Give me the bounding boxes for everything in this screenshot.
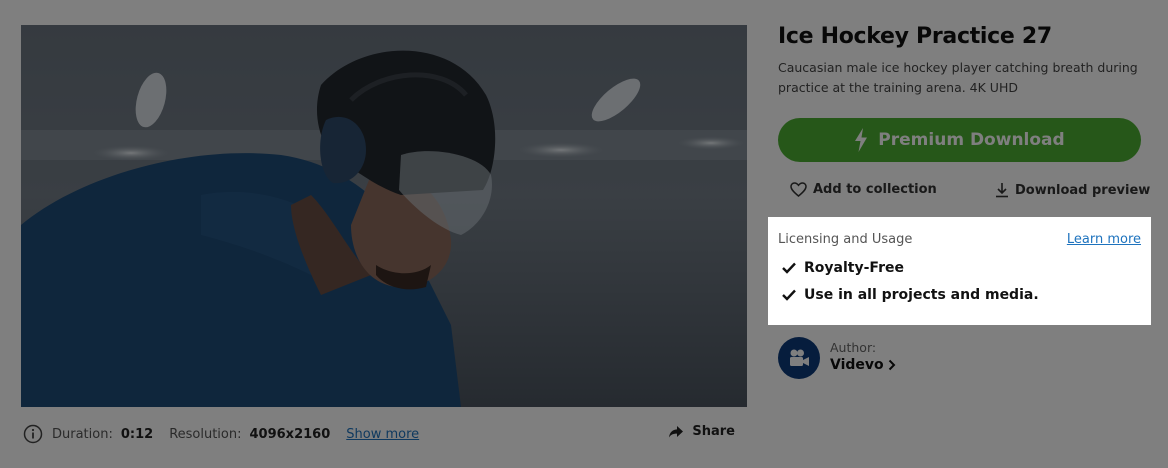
check-icon — [782, 289, 796, 301]
license-item: Use in all projects and media. — [782, 287, 1039, 303]
licensing-panel: Licensing and Usage Learn more Royalty-F… — [768, 217, 1151, 325]
check-icon — [782, 262, 796, 274]
licensing-heading: Licensing and Usage — [778, 232, 913, 247]
learn-more-link[interactable]: Learn more — [1067, 232, 1141, 247]
license-item-label: Royalty-Free — [804, 260, 904, 276]
license-item-label: Use in all projects and media. — [804, 287, 1039, 303]
license-item: Royalty-Free — [782, 260, 904, 276]
